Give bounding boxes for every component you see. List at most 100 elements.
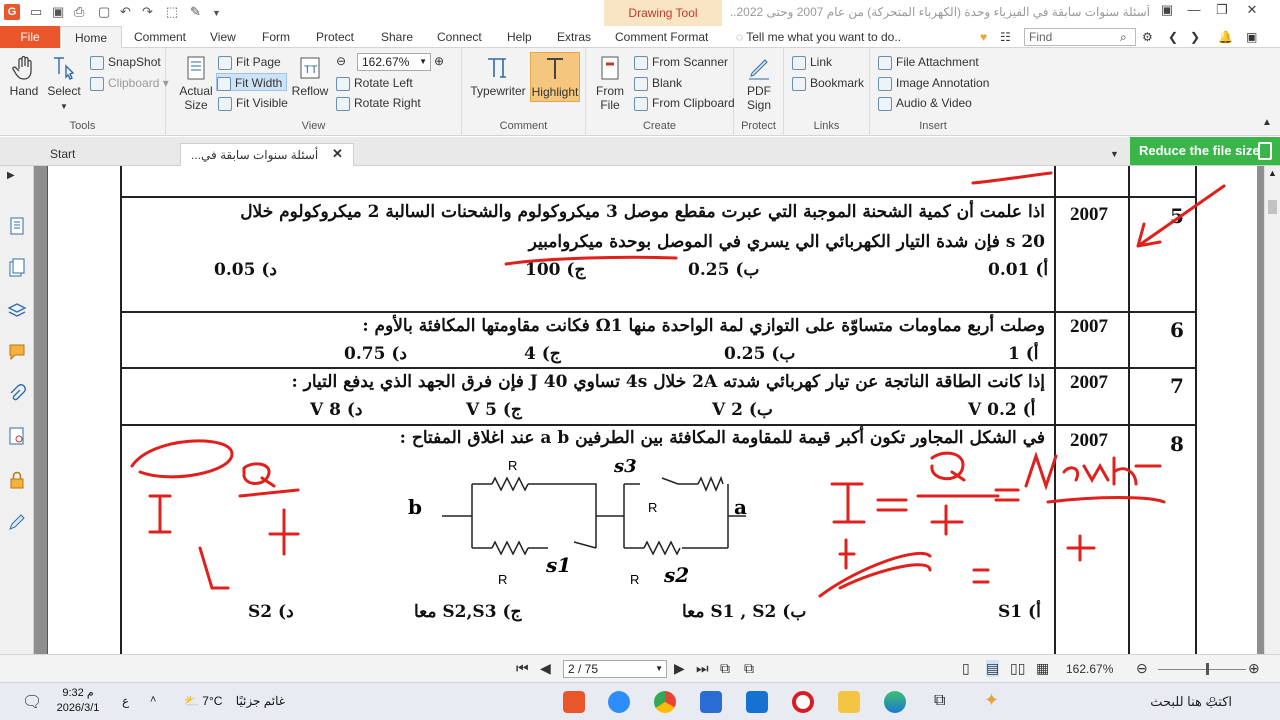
fit-width-button[interactable]: Fit Width — [216, 73, 288, 91]
previous-page-icon[interactable]: ◀ — [540, 660, 551, 677]
zoom-out-status-icon[interactable]: ⊖ — [1136, 660, 1148, 677]
pdf-sign-button[interactable]: PDF Sign — [740, 54, 778, 112]
reduce-file-size-button[interactable]: Reduce the file size — [1130, 137, 1280, 165]
rotate-left-button[interactable]: Rotate Left — [336, 74, 413, 92]
redo-icon[interactable]: ↷ — [142, 4, 153, 20]
facing-page-icon[interactable]: ▯▯ — [1010, 660, 1025, 677]
chrome-app-icon[interactable] — [654, 691, 676, 713]
tabs-dropdown-icon[interactable]: ▼ — [1110, 143, 1119, 166]
customize-chevron-icon[interactable]: ▼ — [212, 8, 221, 18]
pages-icon[interactable] — [7, 258, 27, 278]
highlight-button[interactable]: Highlight — [530, 52, 580, 102]
notification-bell-icon[interactable]: 🔔 — [1218, 26, 1233, 48]
file-attachment-button[interactable]: File Attachment — [878, 53, 979, 71]
zoom-select[interactable]: 162.67% ▼ — [357, 53, 431, 71]
next-result-icon[interactable]: ❯ — [1190, 26, 1200, 48]
close-window-button[interactable]: ✕ — [1240, 2, 1264, 22]
task-view-icon[interactable]: ⧉ — [934, 692, 945, 710]
previous-view-icon[interactable]: ⧉ — [720, 660, 730, 677]
first-page-icon[interactable]: ⏮ — [516, 660, 529, 677]
weather-widget[interactable]: ⛅ 7°C غائم جزئيًا — [184, 694, 285, 708]
security-lock-icon[interactable] — [7, 470, 27, 490]
fill-sign-icon[interactable] — [7, 512, 27, 532]
notifications-icon[interactable]: 🗨 — [22, 692, 42, 712]
actual-size-button[interactable]: Actual Size — [176, 54, 216, 112]
typewriter-button[interactable]: Typewriter — [468, 54, 528, 98]
page-number-input[interactable]: 2 / 75 ▼ — [563, 660, 667, 678]
tab-comment-format[interactable]: Comment Format — [615, 26, 708, 48]
copilot-sparkle-icon[interactable]: ✦ — [984, 690, 999, 711]
fit-visible-button[interactable]: Fit Visible — [218, 94, 288, 112]
ribbon-display-icon[interactable]: ▣ — [1155, 2, 1179, 22]
print-icon[interactable]: ⎙ — [74, 4, 84, 20]
heart-icon[interactable]: ♥ — [980, 26, 987, 48]
blank-button[interactable]: Blank — [634, 74, 682, 92]
reflow-button[interactable]: TT Reflow — [290, 54, 330, 98]
select-button[interactable]: Select ▼ — [44, 54, 84, 112]
search-icon[interactable]: ⌕ — [1120, 26, 1127, 48]
continuous-page-icon[interactable]: ▤ — [986, 660, 1000, 677]
tab-current-document[interactable]: أسئلة سنوات سابقة في... — [180, 143, 354, 166]
tab-home[interactable]: Home — [60, 26, 122, 48]
bookmark-button[interactable]: Bookmark — [792, 74, 864, 92]
single-page-icon[interactable]: ▯ — [962, 660, 970, 677]
pen-icon[interactable]: ✎ — [190, 4, 201, 20]
hand-button[interactable]: Hand — [6, 54, 42, 98]
zoom-in-icon[interactable]: ⊕ — [434, 52, 444, 70]
attachments-icon[interactable] — [7, 384, 27, 404]
tell-me-search[interactable]: ◌ Tell me what you want to do.. — [736, 26, 901, 48]
collapse-ribbon-icon[interactable]: ▲ — [1262, 114, 1272, 132]
save-icon[interactable]: ▣ — [52, 4, 64, 20]
account-icon[interactable]: ▣ — [1246, 26, 1257, 48]
expand-panel-icon[interactable]: ▶ — [7, 170, 27, 190]
fit-page-button[interactable]: Fit Page — [218, 53, 281, 71]
tab-start[interactable]: Start — [40, 143, 85, 166]
image-annotation-button[interactable]: Image Annotation — [878, 74, 989, 92]
tab-extras[interactable]: Extras — [557, 26, 591, 48]
layers-icon[interactable] — [7, 300, 27, 320]
next-page-icon[interactable]: ▶ — [674, 660, 685, 677]
previous-result-icon[interactable]: ❮ — [1168, 26, 1178, 48]
undo-icon[interactable]: ↶ — [120, 4, 131, 20]
tab-comment[interactable]: Comment — [134, 26, 186, 48]
audio-video-button[interactable]: Audio & Video — [878, 94, 972, 112]
zoom-slider-handle[interactable] — [1206, 663, 1209, 675]
from-clipboard-button[interactable]: From Clipboard — [634, 94, 735, 112]
settings-gear-icon[interactable]: ⚙ — [1142, 26, 1153, 48]
clipboard-button[interactable]: Clipboard ▾ — [90, 74, 169, 92]
tab-share[interactable]: Share — [381, 26, 413, 48]
last-page-icon[interactable]: ⏭ — [696, 660, 709, 677]
outlook-app-icon[interactable] — [746, 691, 768, 713]
close-tab-icon[interactable]: ✕ — [332, 143, 343, 166]
continuous-facing-icon[interactable]: ▦ — [1036, 660, 1049, 677]
rotate-right-button[interactable]: Rotate Right — [336, 94, 421, 112]
zoom-slider[interactable] — [1158, 669, 1246, 670]
zoom-app-icon[interactable] — [608, 691, 630, 713]
tab-form[interactable]: Form — [262, 26, 290, 48]
digital-signature-icon[interactable] — [7, 426, 27, 446]
zoom-in-status-icon[interactable]: ⊕ — [1248, 660, 1260, 677]
taskbar-search[interactable]: اكتب هنا للبحث — [1098, 687, 1238, 717]
page-thumbnails-icon[interactable] — [7, 216, 27, 236]
from-scanner-button[interactable]: From Scanner — [634, 53, 728, 71]
store-app-icon[interactable] — [700, 691, 722, 713]
foxit-app-icon[interactable] — [563, 691, 585, 713]
open-icon[interactable]: ▭ — [30, 4, 42, 20]
language-indicator[interactable]: ع — [122, 694, 129, 708]
new-icon[interactable]: ▢ — [98, 4, 110, 20]
tab-help[interactable]: Help — [507, 26, 532, 48]
restore-button[interactable]: ❐ — [1210, 2, 1234, 22]
tab-file[interactable]: File — [0, 26, 60, 48]
skin-icon[interactable]: ☷ — [1000, 26, 1011, 48]
from-file-button[interactable]: From File — [592, 54, 628, 112]
vertical-scrollbar[interactable]: ▲ — [1264, 166, 1280, 654]
comments-icon[interactable] — [7, 342, 27, 362]
clock[interactable]: 9:32 م 2026/3/1 — [52, 686, 104, 716]
snapshot-button[interactable]: SnapShot — [90, 53, 161, 71]
file-explorer-icon[interactable] — [838, 691, 860, 713]
next-view-icon[interactable]: ⧉ — [744, 660, 754, 677]
tab-view[interactable]: View — [210, 26, 236, 48]
scroll-up-icon[interactable]: ▲ — [1268, 168, 1277, 178]
zoom-out-icon[interactable]: ⊖ — [336, 52, 346, 70]
tab-connect[interactable]: Connect — [437, 26, 482, 48]
